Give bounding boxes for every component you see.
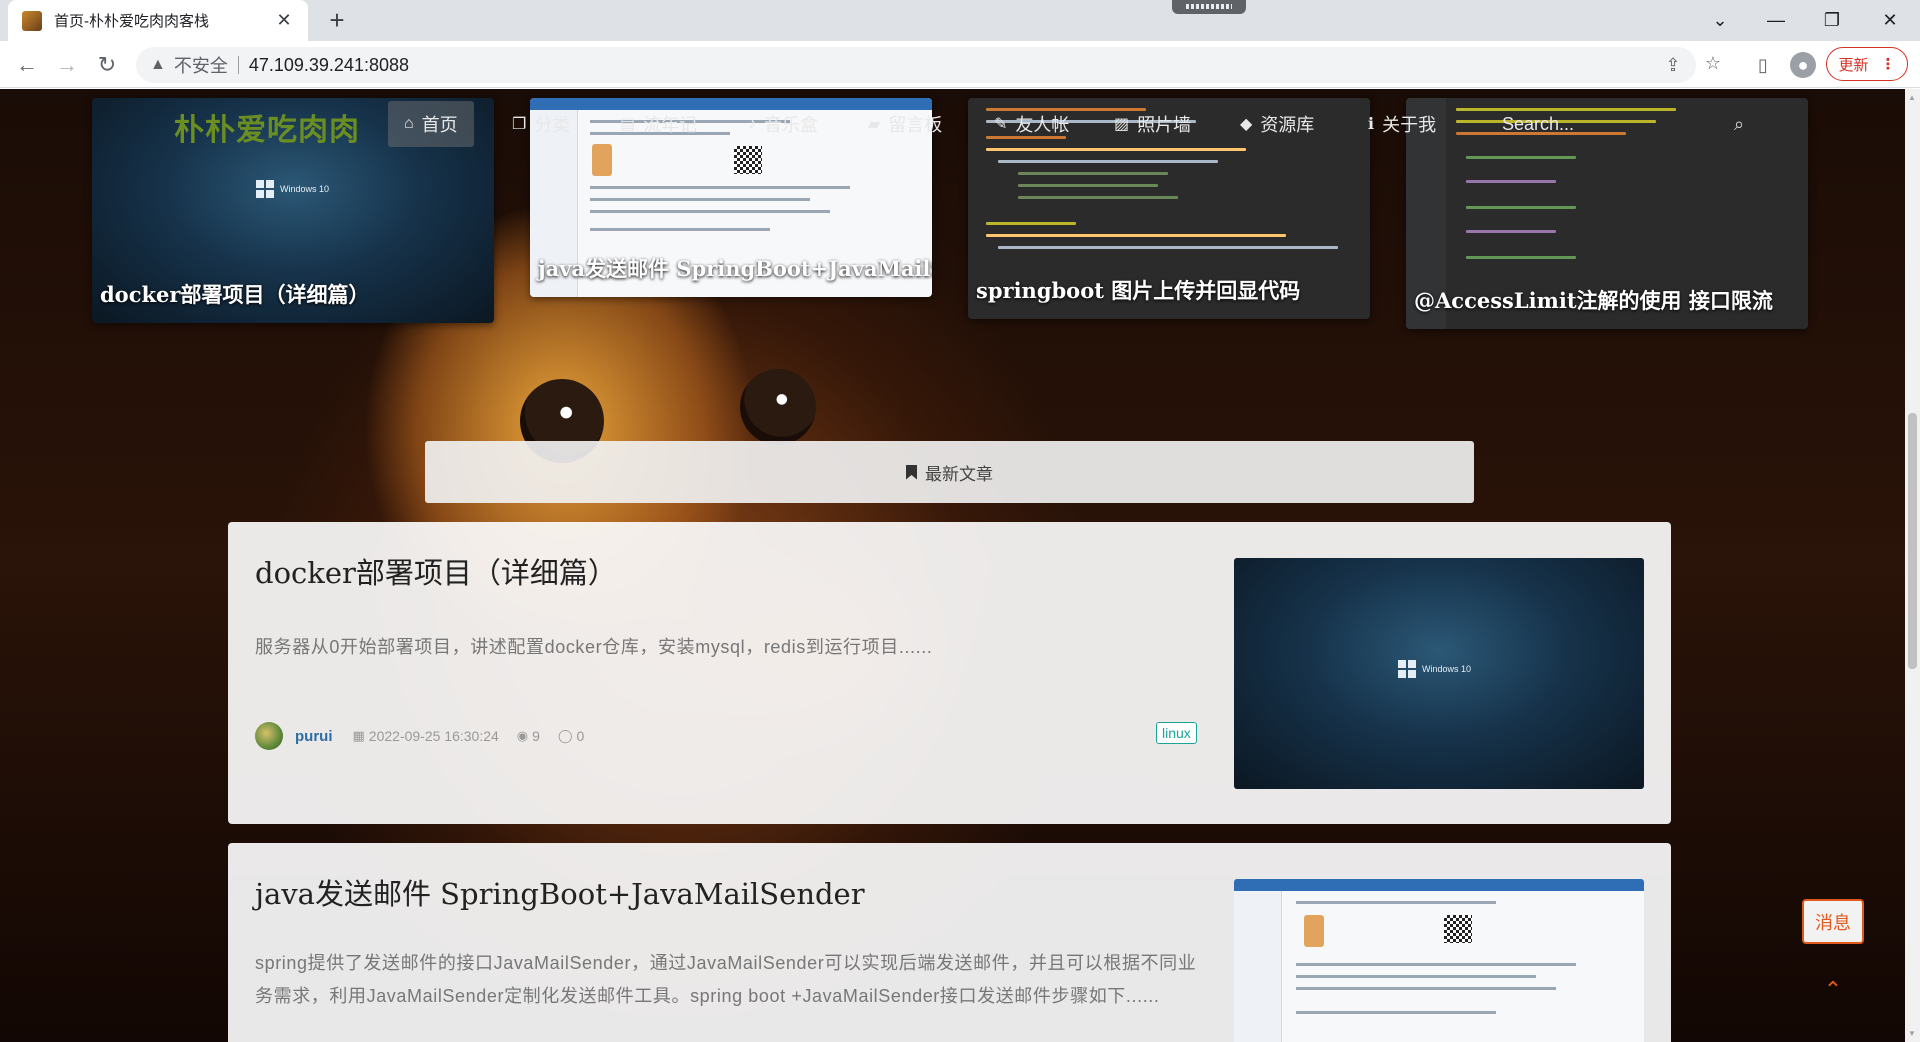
info-icon: ℹ bbox=[1368, 116, 1375, 133]
section-title: 最新文章 bbox=[925, 464, 993, 484]
tab-search-chevron-icon[interactable]: ⌄ bbox=[1692, 0, 1748, 41]
media-playing-indicator-icon[interactable] bbox=[1172, 0, 1246, 14]
more-menu-icon[interactable]: ⋮ bbox=[1881, 55, 1896, 73]
back-arrow-icon[interactable]: ← bbox=[12, 50, 42, 80]
search-box: ⌕ bbox=[1488, 107, 1744, 141]
reload-icon[interactable]: ↻ bbox=[92, 50, 122, 80]
nav-item-photos[interactable]: ▨ 照片墙 bbox=[1098, 101, 1207, 147]
browser-tab[interactable]: 首页-朴朴爱吃肉肉客栈 ✕ bbox=[8, 0, 308, 41]
article-title[interactable]: java发送邮件 SpringBoot+JavaMailSender bbox=[255, 871, 865, 913]
nav-item-resources[interactable]: ◆ 资源库 bbox=[1224, 101, 1330, 147]
url-text[interactable]: 47.109.39.241:8088 bbox=[249, 55, 409, 76]
graduation-cap-icon: ◆ bbox=[1240, 116, 1253, 133]
profile-avatar-icon[interactable]: ● bbox=[1790, 52, 1816, 78]
update-label: 更新 bbox=[1838, 56, 1869, 74]
site-brand[interactable]: 朴朴爱吃肉肉 bbox=[174, 105, 360, 149]
share-icon[interactable]: ⇪ bbox=[1662, 55, 1684, 76]
bookmark-star-icon[interactable]: ☆ bbox=[1702, 53, 1724, 74]
comment-count: 0 bbox=[576, 728, 585, 744]
address-bar[interactable]: ▲ 不安全 47.109.39.241:8088 bbox=[136, 47, 1696, 83]
music-icon: ♪ bbox=[748, 115, 756, 132]
windows-logo-icon: Windows 10 bbox=[256, 180, 329, 198]
article-card[interactable]: docker部署项目（详细篇） 服务器从0开始部署项目，讲述配置docker仓库… bbox=[228, 522, 1671, 824]
minimize-button[interactable]: — bbox=[1748, 0, 1804, 41]
restore-button[interactable]: ❐ bbox=[1804, 0, 1860, 41]
scroll-up-arrow-icon[interactable]: ▲ bbox=[1908, 93, 1916, 102]
message-button[interactable]: 消息 bbox=[1802, 899, 1864, 944]
copy-icon: ❐ bbox=[512, 116, 527, 133]
close-tab-icon[interactable]: ✕ bbox=[274, 10, 294, 31]
nav-item-friends[interactable]: ✎ 友人帐 bbox=[978, 101, 1085, 147]
page-scrollbar[interactable]: ▲ ▼ bbox=[1905, 89, 1920, 1042]
windows-logo-icon: Windows 10 bbox=[1398, 660, 1471, 678]
article-meta: purui ▦ 2022-09-25 16:30:24 ◉ 9 ◯ 0 bbox=[255, 722, 584, 750]
article-excerpt: spring提供了发送邮件的接口JavaMailSender，通过JavaMai… bbox=[255, 953, 1197, 1006]
book-icon: ▤ bbox=[620, 116, 636, 133]
nav-item-guestbook[interactable]: ▰ 留言板 bbox=[852, 101, 958, 147]
bookmark-icon bbox=[906, 464, 917, 480]
tab-title: 首页-朴朴爱吃肉肉客栈 bbox=[54, 13, 209, 30]
latest-articles-header: 最新文章 bbox=[425, 441, 1474, 503]
page-viewport: Windows 10 docker部署项目（详细篇） java发送邮件 Spri… bbox=[0, 89, 1905, 1042]
pencil-icon: ✎ bbox=[994, 116, 1008, 133]
eye-icon: ◉ bbox=[516, 728, 529, 743]
author-name[interactable]: purui bbox=[295, 728, 333, 745]
new-tab-button[interactable]: + bbox=[322, 6, 352, 36]
browser-toolbar: ← → ↻ ▲ 不安全 47.109.39.241:8088 ⇪ ☆ ▯ ● 更… bbox=[0, 41, 1920, 88]
publish-date: 2022-09-25 16:30:24 bbox=[368, 728, 499, 744]
warning-triangle-icon[interactable]: ▲ bbox=[150, 56, 166, 74]
article-title[interactable]: docker部署项目（详细篇） bbox=[255, 550, 617, 592]
featured-title[interactable]: @AccessLimit注解的使用 接口限流 bbox=[1414, 285, 1800, 315]
background-eye-right bbox=[740, 369, 816, 445]
article-excerpt: 服务器从0开始部署项目，讲述配置docker仓库，安装mysql，redis到运… bbox=[255, 637, 933, 657]
site-navbar: 朴朴爱吃肉肉 ⌂ 首页 ❐ 分类 ▤ 流年记 ♪ 音乐盒 ▰ 留言板 ✎ 友人帐 ▨ 照片墙 … bbox=[0, 89, 1905, 161]
comment-icon: ◯ bbox=[557, 728, 573, 743]
scrollbar-thumb[interactable] bbox=[1908, 413, 1917, 669]
nav-item-home[interactable]: ⌂ 首页 bbox=[388, 101, 474, 147]
calendar-icon: ▦ bbox=[352, 728, 365, 743]
window-close-button[interactable]: ✕ bbox=[1862, 0, 1918, 41]
article-card[interactable]: java发送邮件 SpringBoot+JavaMailSender sprin… bbox=[228, 843, 1671, 1042]
forward-arrow-icon[interactable]: → bbox=[52, 50, 82, 80]
featured-title[interactable]: springboot 图片上传并回显代码 bbox=[976, 275, 1362, 305]
nav-item-about[interactable]: ℹ 关于我 bbox=[1352, 101, 1452, 147]
bookmark-icon: ▰ bbox=[868, 116, 881, 133]
update-button[interactable]: 更新 ⋮ bbox=[1826, 47, 1908, 81]
search-input[interactable] bbox=[1488, 113, 1734, 135]
nav-item-category[interactable]: ❐ 分类 bbox=[496, 101, 586, 147]
view-count: 9 bbox=[532, 728, 540, 744]
insecure-label[interactable]: 不安全 bbox=[174, 52, 228, 78]
side-panel-icon[interactable]: ▯ bbox=[1750, 52, 1776, 78]
picture-icon: ▨ bbox=[1114, 116, 1130, 133]
scroll-down-arrow-icon[interactable]: ▼ bbox=[1908, 1029, 1916, 1038]
site-favicon-icon bbox=[22, 10, 42, 31]
browser-tab-bar: 首页-朴朴爱吃肉肉客栈 ✕ + ⌄ — ❐ ✕ bbox=[0, 0, 1920, 41]
nav-item-music[interactable]: ♪ 音乐盒 bbox=[732, 101, 834, 147]
featured-title[interactable]: java发送邮件 SpringBoot+JavaMailSender bbox=[538, 253, 932, 283]
article-thumbnail[interactable] bbox=[1234, 879, 1644, 1042]
back-to-top-icon[interactable]: ⌃ bbox=[1820, 977, 1846, 1003]
avatar[interactable] bbox=[255, 722, 283, 750]
featured-title[interactable]: docker部署项目（详细篇） bbox=[100, 279, 486, 309]
separator bbox=[237, 56, 239, 74]
nav-item-timeline[interactable]: ▤ 流年记 bbox=[604, 101, 713, 147]
search-icon[interactable]: ⌕ bbox=[1734, 114, 1744, 135]
article-thumbnail[interactable]: Windows 10 bbox=[1234, 558, 1644, 789]
tag-badge[interactable]: linux bbox=[1156, 722, 1197, 744]
home-icon: ⌂ bbox=[404, 115, 414, 132]
